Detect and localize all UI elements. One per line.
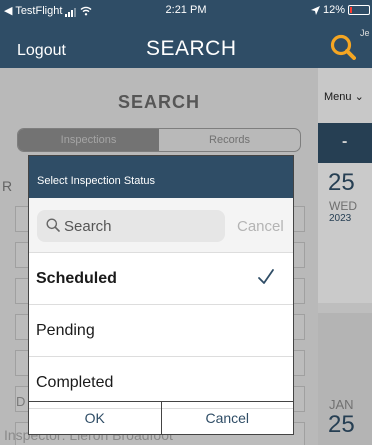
search-cancel-button[interactable]: Cancel: [237, 218, 284, 235]
location-arrow-icon: [310, 5, 320, 15]
option-label: Scheduled: [36, 270, 117, 287]
nav-bar: Logout SEARCH Je: [0, 20, 372, 68]
checkmark-icon: [258, 269, 274, 284]
battery-percent: 12%: [322, 4, 345, 16]
search-input[interactable]: Search: [37, 210, 225, 242]
user-initials[interactable]: Je: [360, 28, 370, 38]
search-placeholder: Search: [64, 218, 112, 235]
magnifier-icon: [46, 218, 60, 232]
cancel-button[interactable]: Cancel: [160, 402, 294, 434]
search-icon[interactable]: [330, 34, 356, 60]
modal-actions: OK Cancel: [29, 401, 293, 434]
logout-button[interactable]: Logout: [17, 42, 66, 60]
ok-button[interactable]: OK: [29, 402, 161, 434]
status-right: 12%: [310, 4, 370, 16]
option-list: Scheduled Pending Completed: [29, 253, 293, 409]
battery-icon: [348, 5, 370, 15]
option-pending[interactable]: Pending: [29, 305, 293, 357]
status-bar: ◀ TestFlight 2:21 PM 12%: [0, 0, 372, 20]
partial-label-d: D: [16, 394, 26, 409]
status-picker-modal: Select Inspection Status Search Cancel S…: [28, 155, 294, 435]
modal-title: Select Inspection Status: [29, 156, 293, 198]
option-scheduled[interactable]: Scheduled: [29, 253, 293, 305]
modal-search-bar: Search Cancel: [29, 198, 293, 253]
nav-title: SEARCH: [146, 37, 237, 60]
option-label: Pending: [36, 322, 95, 339]
option-label: Completed: [36, 374, 114, 391]
